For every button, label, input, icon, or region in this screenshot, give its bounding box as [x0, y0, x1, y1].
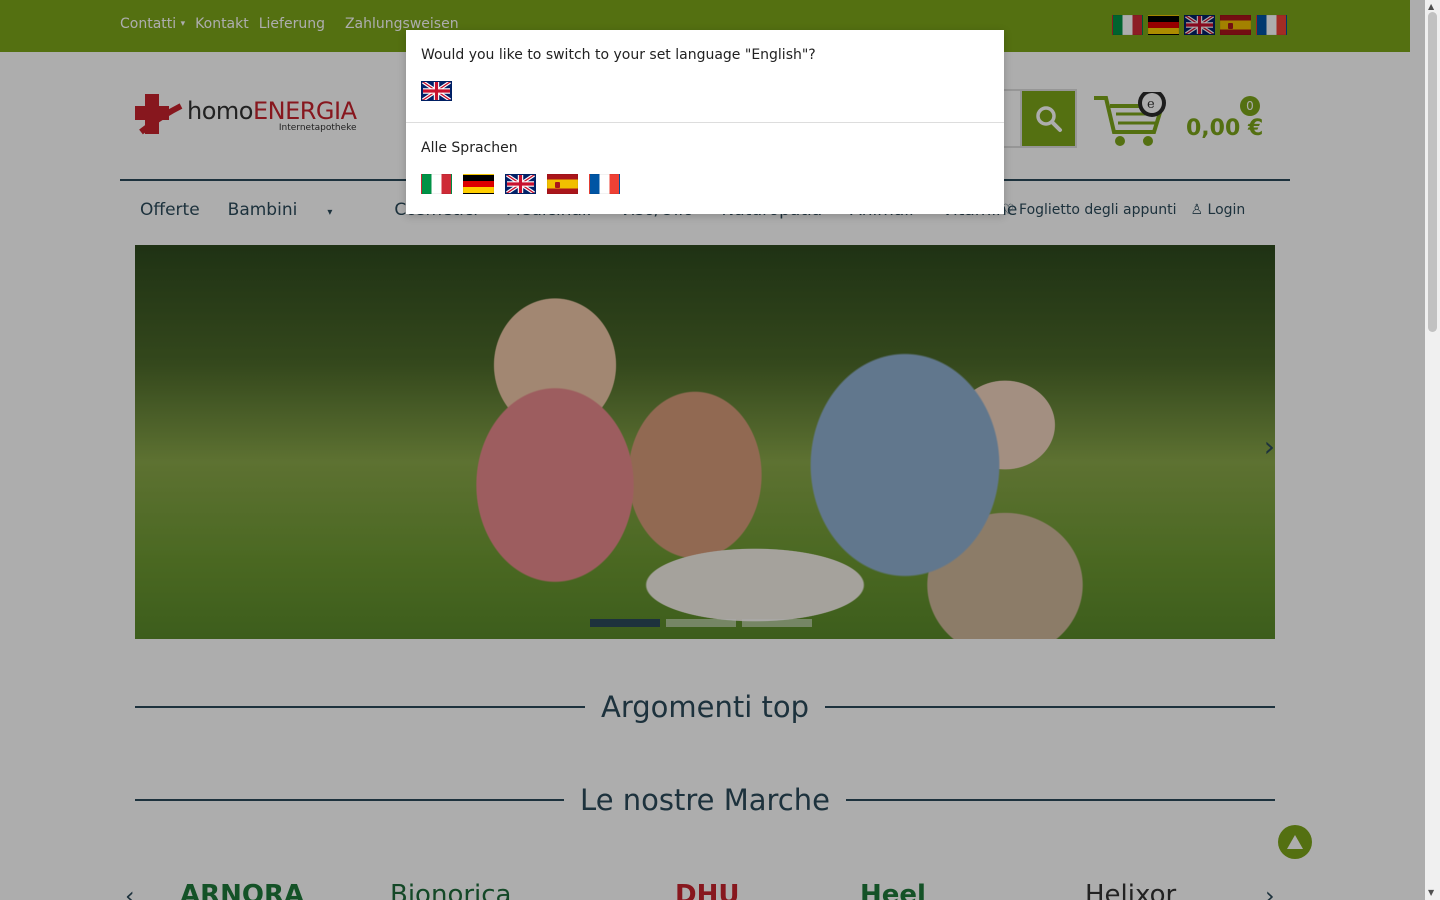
- scroll-up-icon[interactable]: ▲: [1428, 2, 1434, 11]
- page-scrollbar[interactable]: ▲ ▼: [1425, 0, 1440, 900]
- german-flag-icon[interactable]: [463, 174, 494, 194]
- english-flag-icon[interactable]: [505, 174, 536, 194]
- scrollbar-thumb[interactable]: [1428, 12, 1437, 332]
- language-switch-modal: Would you like to switch to your set lan…: [406, 30, 1004, 214]
- all-languages-label: Alle Sprachen: [421, 140, 518, 156]
- modal-divider: [406, 122, 1004, 123]
- spanish-flag-icon[interactable]: [547, 174, 578, 194]
- scroll-down-icon[interactable]: ▼: [1428, 888, 1434, 897]
- french-flag-icon[interactable]: [589, 174, 620, 194]
- modal-question: Would you like to switch to your set lan…: [421, 47, 816, 63]
- english-flag-icon[interactable]: [421, 81, 452, 101]
- modal-language-flags: [421, 174, 620, 194]
- italian-flag-icon[interactable]: [421, 174, 452, 194]
